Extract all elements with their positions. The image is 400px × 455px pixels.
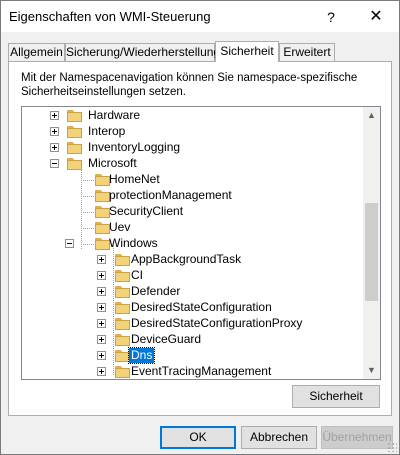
tree-node-label[interactable]: CI <box>129 268 145 283</box>
scroll-thumb[interactable] <box>365 203 378 301</box>
expand-icon[interactable] <box>50 143 59 152</box>
tree-node-label[interactable]: Uev <box>107 220 132 235</box>
title-bar: Eigenschaften von WMI-Steuerung ? ✕ <box>1 1 399 32</box>
tree-connector-line <box>81 180 94 181</box>
scroll-up-icon[interactable]: ▲ <box>363 107 380 124</box>
description-text: Mit der Namespacenavigation können Sie n… <box>21 72 358 98</box>
security-button[interactable]: Sicherheit <box>292 385 380 408</box>
folder-icon <box>115 301 130 315</box>
tree-node-label[interactable]: Microsoft <box>86 156 139 171</box>
expand-icon[interactable] <box>50 127 59 136</box>
folder-icon <box>115 349 130 363</box>
tree-connector-line <box>113 308 114 309</box>
tree-node-label[interactable]: Defender <box>129 284 182 299</box>
tree-node-label[interactable]: Interop <box>86 124 127 139</box>
tree-connector-line <box>113 356 114 357</box>
folder-icon <box>67 157 82 171</box>
close-button[interactable]: ✕ <box>359 4 393 30</box>
tree-node[interactable]: protectionManagement <box>22 188 362 204</box>
tree-node-label[interactable]: Hardware <box>86 108 142 123</box>
folder-icon <box>115 333 130 347</box>
tree-connector-line <box>113 260 114 261</box>
tree-node-label[interactable]: DeviceGuard <box>129 332 203 347</box>
folder-icon <box>115 317 130 331</box>
tree-node-label[interactable]: protectionManagement <box>107 188 234 203</box>
folder-icon <box>115 269 130 283</box>
tab-security[interactable]: Sicherheit <box>215 41 279 62</box>
tree-node[interactable]: Microsoft <box>22 156 362 172</box>
tab-backup-restore[interactable]: Sicherung/Wiederherstellung <box>65 43 220 61</box>
expand-icon[interactable] <box>97 319 106 328</box>
expand-icon[interactable] <box>97 335 106 344</box>
tab-general[interactable]: Allgemein <box>8 43 65 61</box>
security-tab-panel: Mit der Namespacenavigation können Sie n… <box>8 61 392 416</box>
collapse-icon[interactable] <box>50 159 59 168</box>
tree-connector-line <box>81 244 94 245</box>
tree-node[interactable]: CI <box>22 268 362 284</box>
expand-icon[interactable] <box>97 287 106 296</box>
tree-connector-line <box>81 196 94 197</box>
tree-node[interactable]: Windows <box>22 236 362 252</box>
tree-node-label[interactable]: DesiredStateConfigurationProxy <box>129 316 304 331</box>
tree-connector-line <box>113 372 114 373</box>
tree-connector-line <box>81 212 94 213</box>
folder-icon <box>115 253 130 267</box>
tree-connector-line <box>81 228 94 229</box>
folder-icon <box>115 365 130 379</box>
tab-advanced[interactable]: Erweitert <box>279 43 335 61</box>
folder-icon <box>115 285 130 299</box>
tree-node[interactable]: DeviceGuard <box>22 332 362 348</box>
tree-vertical-scrollbar[interactable]: ▲ ▼ <box>363 107 380 379</box>
tree-node[interactable]: Uev <box>22 220 362 236</box>
tree-node-label[interactable]: EventTracingManagement <box>129 364 273 379</box>
tree-content: Hardware Interop InventoryLogging Microsoft… <box>22 107 364 379</box>
tree-node[interactable]: Hardware <box>22 108 362 124</box>
tree-node[interactable]: EventTracingManagement <box>22 364 362 379</box>
tree-node[interactable]: DesiredStateConfiguration <box>22 300 362 316</box>
resize-grip-icon[interactable] <box>387 442 397 452</box>
window-title: Eigenschaften von WMI-Steuerung <box>9 9 211 24</box>
tree-node[interactable]: Defender <box>22 284 362 300</box>
tree-node[interactable]: DesiredStateConfigurationProxy <box>22 316 362 332</box>
apply-button[interactable]: Übernehmen <box>321 426 393 449</box>
expand-icon[interactable] <box>97 271 106 280</box>
properties-dialog: Eigenschaften von WMI-Steuerung ? ✕ Allg… <box>0 0 400 455</box>
tree-node[interactable]: Interop <box>22 124 362 140</box>
tree-node[interactable]: Dns <box>22 347 362 364</box>
tree-connector-line <box>113 276 114 277</box>
tree-node[interactable]: AppBackgroundTask <box>22 252 362 268</box>
folder-icon <box>67 141 82 155</box>
help-button[interactable]: ? <box>317 4 345 30</box>
tree-connector-line <box>113 340 114 341</box>
namespace-tree[interactable]: Hardware Interop InventoryLogging Microsoft… <box>21 106 381 380</box>
tree-connector-line <box>113 324 114 325</box>
ok-button[interactable]: OK <box>160 426 236 449</box>
tree-node-label[interactable]: InventoryLogging <box>86 140 182 155</box>
tree-node-label[interactable]: Dns <box>127 347 156 364</box>
expand-icon[interactable] <box>97 303 106 312</box>
scroll-down-icon[interactable]: ▼ <box>363 362 380 379</box>
expand-icon[interactable] <box>97 351 106 360</box>
tree-node-label[interactable]: Windows <box>107 236 160 251</box>
tree-node-label[interactable]: DesiredStateConfiguration <box>129 300 274 315</box>
tree-connector-line <box>113 292 114 293</box>
tree-node-label[interactable]: SecurityClient <box>107 204 185 219</box>
tree-node[interactable]: InventoryLogging <box>22 140 362 156</box>
expand-icon[interactable] <box>97 367 106 376</box>
tree-node-label[interactable]: AppBackgroundTask <box>129 252 243 267</box>
expand-icon[interactable] <box>50 111 59 120</box>
collapse-icon[interactable] <box>65 239 74 248</box>
folder-icon <box>67 125 82 139</box>
folder-icon <box>67 109 82 123</box>
tree-node-label[interactable]: HomeNet <box>107 172 162 187</box>
tree-node[interactable]: HomeNet <box>22 172 362 188</box>
tree-node[interactable]: SecurityClient <box>22 204 362 220</box>
cancel-button[interactable]: Abbrechen <box>241 426 317 449</box>
expand-icon[interactable] <box>97 255 106 264</box>
